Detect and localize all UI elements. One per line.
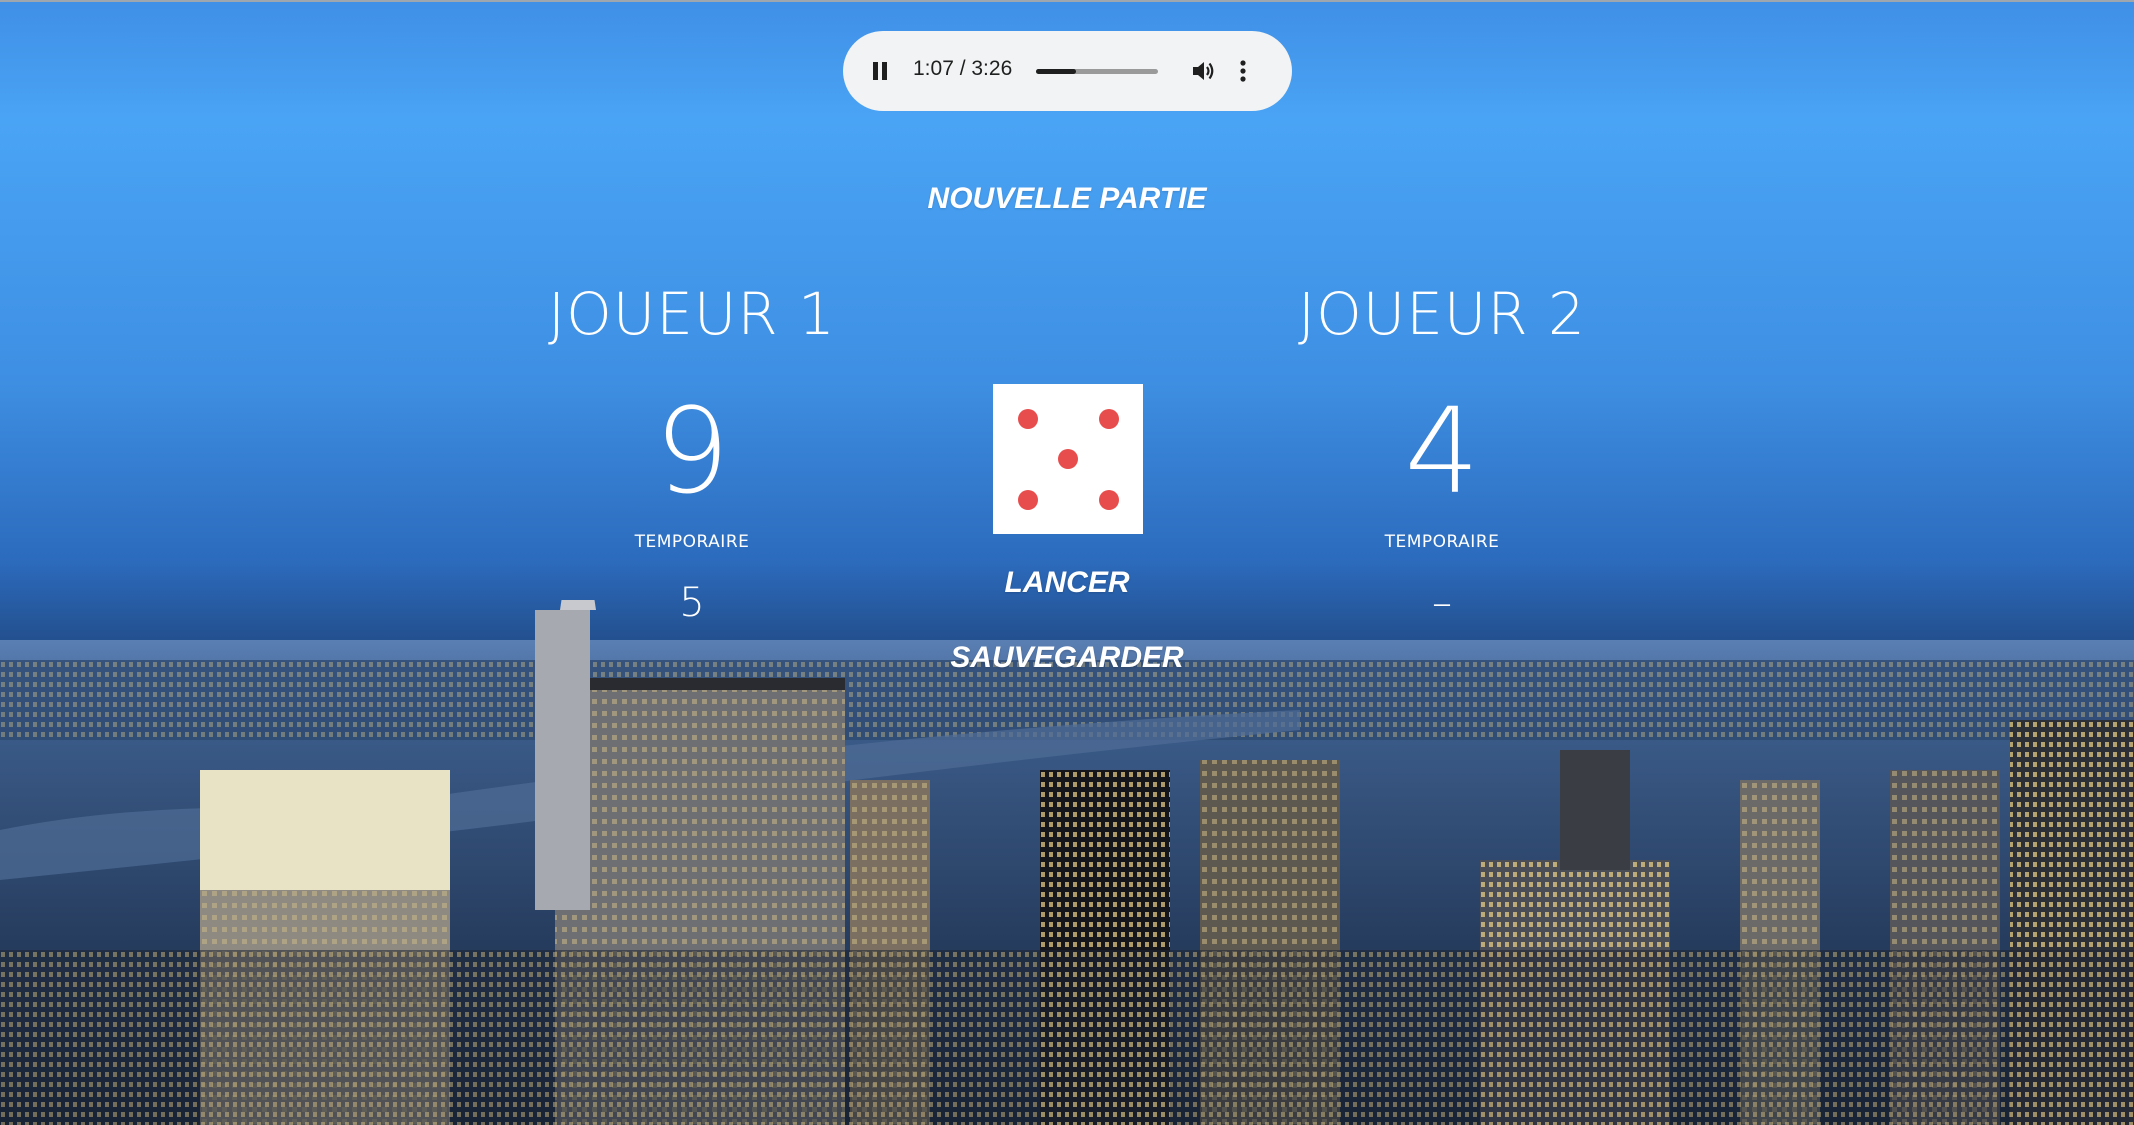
audio-seek-bar[interactable] [1036, 69, 1158, 74]
player-1-title: JOUEUR 1 [548, 280, 836, 348]
new-game-button[interactable]: NOUVELLE PARTIE [867, 182, 1267, 216]
player-2-score: 4 [1404, 382, 1480, 520]
player-2-temp-value: – [1432, 580, 1452, 626]
dice-pip [1098, 489, 1119, 510]
player-2-temp-label: TEMPORAIRE [1384, 532, 1500, 552]
dice-pip [1098, 408, 1119, 429]
city-skyline [0, 600, 2134, 1125]
volume-icon[interactable] [1188, 55, 1220, 87]
dice-pip [1017, 408, 1038, 429]
roll-dice-button[interactable]: LANCER [867, 566, 1267, 600]
audio-player[interactable]: 1:07 / 3:26 [843, 31, 1292, 111]
player-1-score: 9 [654, 382, 730, 520]
background-cityscape [0, 0, 2134, 1125]
dice-pip [1058, 449, 1078, 469]
player-1-temp-label: TEMPORAIRE [634, 532, 750, 552]
player-2-title: JOUEUR 2 [1298, 280, 1586, 348]
pause-icon[interactable] [865, 56, 895, 86]
save-button[interactable]: SAUVEGARDER [867, 641, 1267, 675]
dice-pip [1017, 489, 1038, 510]
audio-seek-progress [1036, 69, 1076, 74]
top-border [0, 0, 2134, 2]
dice-face [993, 384, 1143, 534]
audio-time-readout: 1:07 / 3:26 [913, 57, 1013, 80]
player-1-temp-value: 5 [679, 580, 705, 626]
more-vert-icon[interactable] [1229, 55, 1257, 87]
